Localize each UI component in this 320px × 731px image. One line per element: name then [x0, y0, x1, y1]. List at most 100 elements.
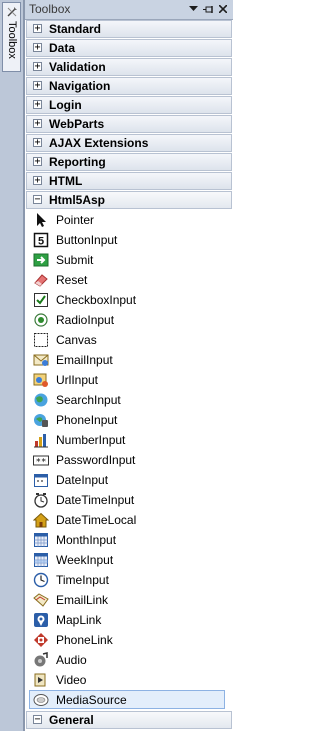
close-button[interactable] — [216, 1, 230, 17]
category-data[interactable]: + Data — [26, 39, 232, 57]
week-icon — [34, 553, 48, 567]
expand-icon[interactable]: + — [33, 157, 42, 167]
tool-label: EmailLink — [56, 593, 109, 607]
chevron-down-icon — [188, 6, 198, 11]
pin-icon — [202, 5, 213, 13]
tool-label: PhoneLink — [56, 633, 113, 647]
expand-icon[interactable]: + — [33, 24, 42, 34]
tool-item-reset[interactable]: Reset — [25, 270, 233, 290]
tool-label: Submit — [56, 253, 94, 267]
category-label: HTML — [49, 174, 83, 188]
category-login[interactable]: + Login — [26, 96, 232, 114]
toolbox-side-tab[interactable]: Toolbox — [2, 2, 21, 72]
category-label: General — [49, 713, 94, 727]
tool-label: Canvas — [56, 333, 97, 347]
tool-label: ButtonInput — [56, 233, 118, 247]
tool-label: WeekInput — [56, 553, 114, 567]
number-icon — [34, 434, 48, 448]
tool-item-dateinput[interactable]: DateInput — [25, 470, 233, 490]
toolbox-side-tab-label: Toolbox — [6, 21, 18, 59]
category-navigation[interactable]: + Navigation — [26, 77, 232, 95]
tool-item-audio[interactable]: Audio — [25, 650, 233, 670]
expand-icon[interactable]: + — [33, 81, 42, 91]
tool-item-video[interactable]: Video — [25, 670, 233, 690]
tool-item-pointer[interactable]: Pointer — [25, 210, 233, 230]
tool-item-timeinput[interactable]: TimeInput — [25, 570, 233, 590]
tool-item-datetimeinput[interactable]: DateTimeInput — [25, 490, 233, 510]
collapse-icon[interactable]: − — [33, 195, 42, 205]
toolbox-titlebar: Toolbox — [25, 0, 233, 20]
category-label: Validation — [49, 60, 106, 74]
radio-icon — [34, 313, 48, 327]
datetime-local-icon — [33, 512, 49, 528]
svg-text:5: 5 — [38, 236, 44, 248]
category-html[interactable]: + HTML — [26, 172, 232, 190]
tool-label: DateInput — [56, 473, 109, 487]
expand-icon[interactable]: + — [33, 100, 42, 110]
panel-title: Toolbox — [29, 2, 71, 16]
category-label: Navigation — [49, 79, 111, 93]
submit-icon — [33, 253, 49, 267]
tool-label: NumberInput — [56, 433, 126, 447]
category-label: Html5Asp — [49, 193, 106, 207]
tool-item-emaillink[interactable]: EmailLink — [25, 590, 233, 610]
canvas-icon — [34, 333, 48, 347]
datetime-icon — [34, 493, 48, 508]
tool-label: MediaSource — [56, 693, 127, 707]
tool-item-canvas[interactable]: Canvas — [25, 330, 233, 350]
tool-label: Video — [56, 673, 87, 687]
tool-item-emailinput[interactable]: EmailInput — [25, 350, 233, 370]
url-icon — [33, 373, 48, 387]
window-position-button[interactable] — [186, 1, 200, 17]
category-html5asp[interactable]: − Html5Asp — [26, 191, 232, 209]
collapse-icon[interactable]: − — [33, 715, 42, 725]
category-ajax-extensions[interactable]: + AJAX Extensions — [26, 134, 232, 152]
tool-item-weekinput[interactable]: WeekInput — [25, 550, 233, 570]
audio-icon — [34, 652, 48, 667]
expand-icon[interactable]: + — [33, 119, 42, 129]
tool-item-numberinput[interactable]: NumberInput — [25, 430, 233, 450]
expand-icon[interactable]: + — [33, 43, 42, 53]
category-label: Login — [49, 98, 82, 112]
svg-text:**: ** — [36, 458, 47, 468]
tool-item-submit[interactable]: Submit — [25, 250, 233, 270]
tool-item-urlinput[interactable]: UrlInput — [25, 370, 233, 390]
tool-item-monthinput[interactable]: MonthInput — [25, 530, 233, 550]
tool-item-phonelink[interactable]: PhoneLink — [25, 630, 233, 650]
tool-label: Pointer — [56, 213, 95, 227]
auto-hide-button[interactable] — [201, 1, 215, 17]
tool-label: MapLink — [56, 613, 102, 627]
map-link-icon — [34, 613, 48, 627]
month-icon — [34, 533, 48, 547]
category-validation[interactable]: + Validation — [26, 58, 232, 76]
tool-label: PasswordInput — [56, 453, 136, 467]
category-webparts[interactable]: + WebParts — [26, 115, 232, 133]
category-standard[interactable]: + Standard — [26, 20, 232, 38]
tool-item-mediasource[interactable]: MediaSource — [25, 690, 233, 710]
tool-item-radioinput[interactable]: RadioInput — [25, 310, 233, 330]
category-reporting[interactable]: + Reporting — [26, 153, 232, 171]
tool-item-datetimelocal[interactable]: DateTimeLocal — [25, 510, 233, 530]
category-label: WebParts — [49, 117, 105, 131]
expand-icon[interactable]: + — [33, 176, 42, 186]
tool-label: SearchInput — [56, 393, 121, 407]
tool-item-passwordinput[interactable]: ** PasswordInput — [25, 450, 233, 470]
category-general[interactable]: − General — [26, 711, 232, 729]
tool-item-maplink[interactable]: MapLink — [25, 610, 233, 630]
category-label: Data — [49, 41, 76, 55]
expand-icon[interactable]: + — [33, 138, 42, 148]
tool-label: PhoneInput — [56, 413, 118, 427]
time-icon — [33, 572, 49, 588]
tool-label: Audio — [56, 653, 87, 667]
tool-item-checkboxinput[interactable]: CheckboxInput — [25, 290, 233, 310]
tool-item-buttoninput[interactable]: 5 ButtonInput — [25, 230, 233, 250]
button-input-icon: 5 — [33, 232, 49, 248]
email-icon — [33, 354, 49, 366]
tool-item-searchinput[interactable]: SearchInput — [25, 390, 233, 410]
tool-item-phoneinput[interactable]: PhoneInput — [25, 410, 233, 430]
expand-icon[interactable]: + — [33, 62, 42, 72]
category-label: Standard — [49, 22, 102, 36]
tools-icon — [7, 7, 17, 17]
reset-icon — [34, 274, 48, 287]
toolbox-list: + Standard + Data + Validation + Navigation … — [25, 20, 233, 730]
